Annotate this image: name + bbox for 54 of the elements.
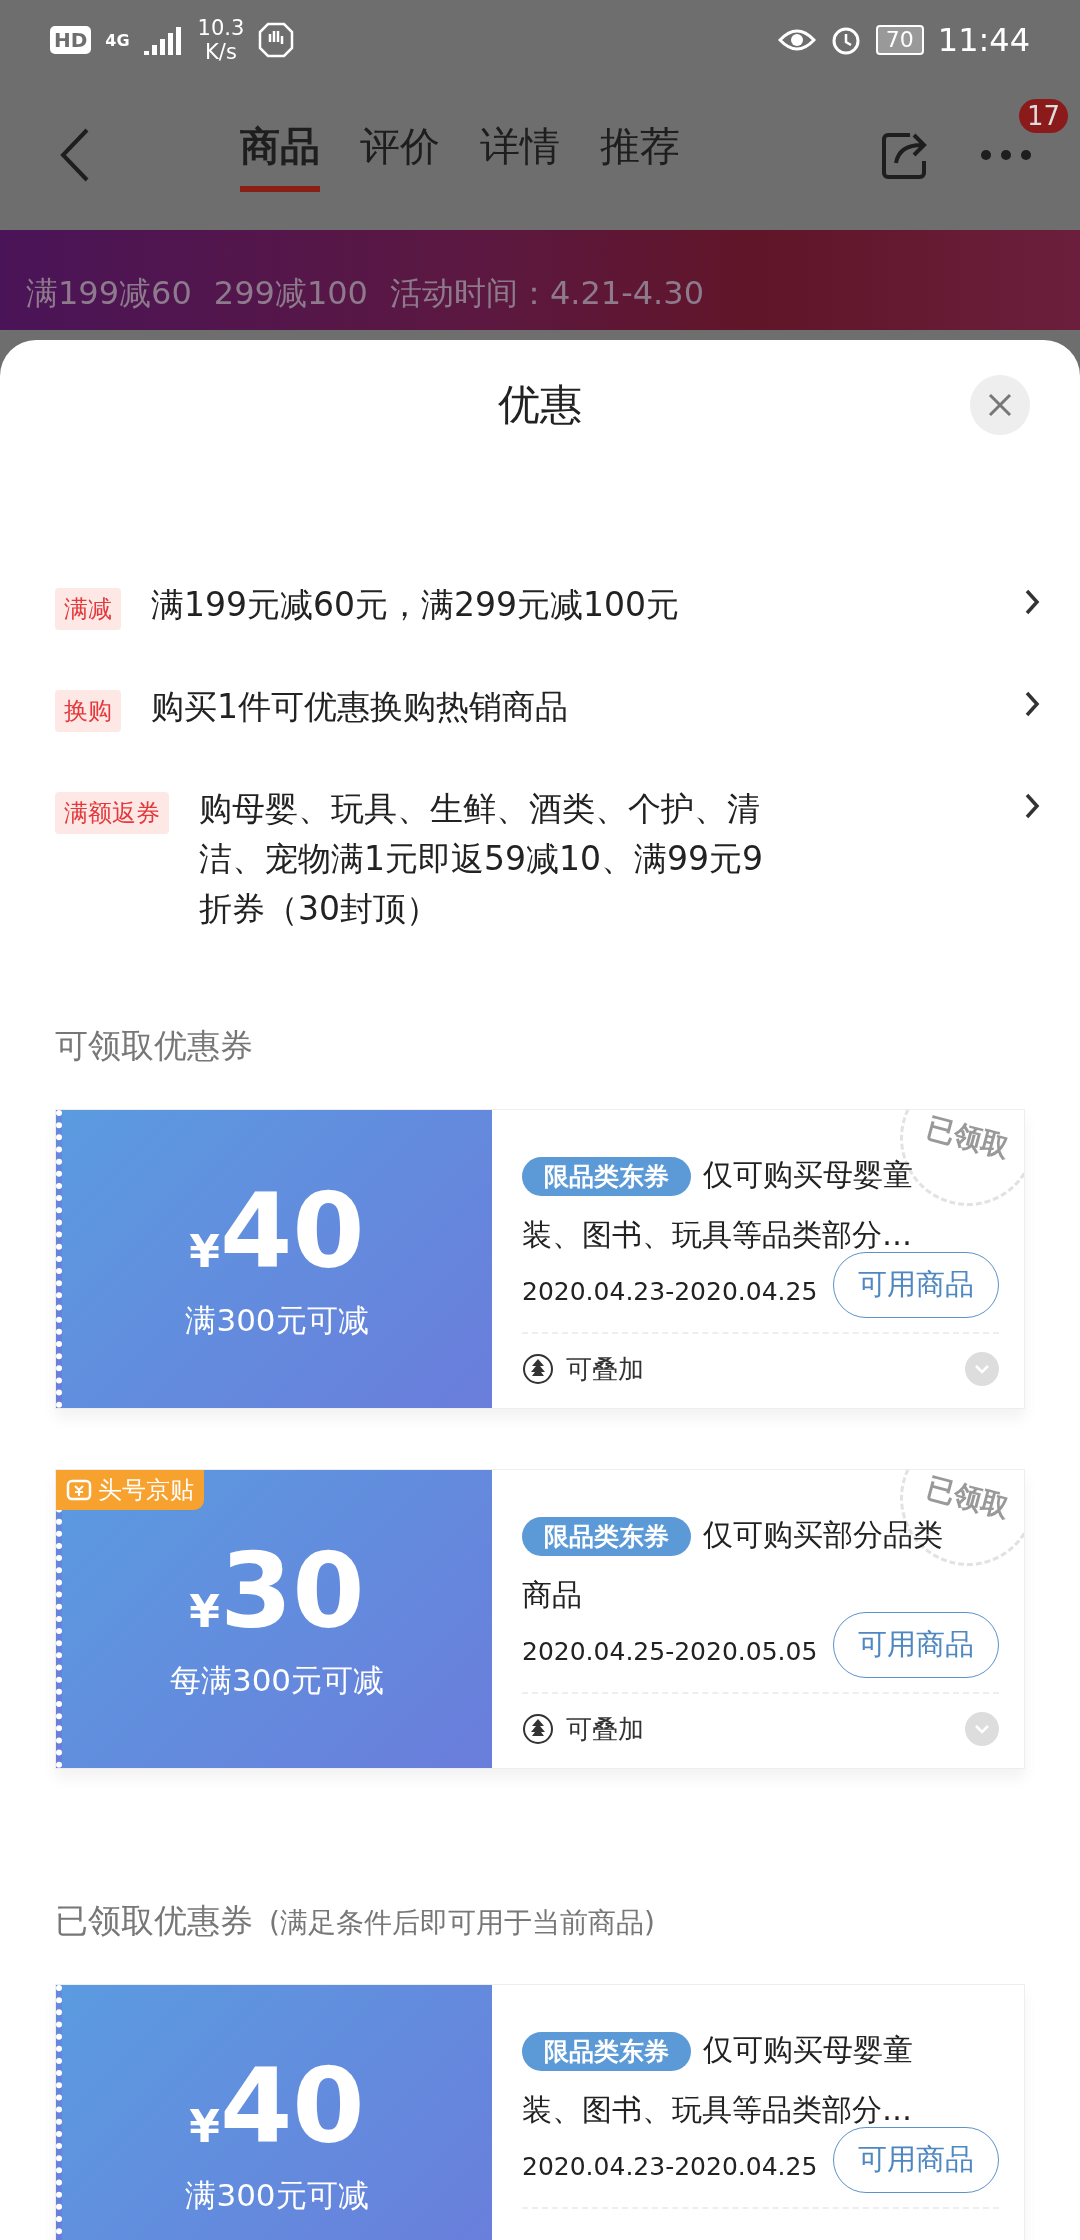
banner-offer: 299减100 [213, 273, 368, 314]
currency-sign: ¥ [189, 2101, 220, 2152]
coupon-corner-text: 头号京贴 [98, 1475, 194, 1506]
hd-indicator: HD [50, 26, 92, 54]
nav-tab[interactable]: 商品 [240, 118, 320, 192]
stackable-label: 可叠加 [566, 1352, 644, 1386]
currency-sign: ¥ [189, 1586, 220, 1637]
promotion-tag: 换购 [55, 690, 121, 732]
currency-sign: ¥ [189, 1226, 220, 1277]
promotion-row[interactable]: 满额返券 购母婴、玩具、生鲜、酒类、个护、清洁、宠物满1元即返59减10、满99元9折券（30封顶） [55, 784, 1080, 934]
section-title: 已领取优惠券 [55, 1900, 253, 1942]
section-title: 可领取优惠券 [55, 1025, 253, 1067]
coupon-amount: 40 [219, 2051, 365, 2161]
nav-tab[interactable]: 推荐 [600, 118, 680, 192]
ticket-icon [66, 1479, 92, 1501]
sheet-title: 优惠 [498, 379, 582, 431]
coupon-validity: 2020.04.23-2020.04.25 [522, 1276, 818, 1306]
network-speed: 10.3 K/s [197, 16, 245, 64]
network-type: 4G [105, 30, 130, 50]
coupon-amount: 40 [219, 1176, 365, 1286]
tree-icon [522, 1713, 554, 1745]
clock-time: 11:44 [937, 21, 1030, 59]
nav-tab[interactable]: 评价 [360, 118, 440, 192]
coupon-condition: 满300元可减 [185, 2176, 369, 2215]
stackable-label: 可叠加 [566, 1712, 644, 1746]
coupon-description: 限品类东券 仅可购买部分品类商品 [522, 1516, 944, 1614]
promotion-row[interactable]: 换购 购买1件可优惠换购热销商品 [55, 682, 1080, 784]
promotion-tag: 满额返券 [55, 792, 169, 834]
banner-offer: 满199减60 [26, 273, 192, 314]
coupon-description: 限品类东券 仅可购买母婴童装、图书、玩具等品类部分… [522, 1156, 914, 1254]
nav-tab[interactable]: 详情 [480, 118, 560, 192]
coupon-description: 限品类东券 仅可购买母婴童装、图书、玩具等品类部分… [522, 2031, 914, 2129]
hand-icon [258, 22, 295, 58]
section-note: (满足条件后即可用于当前商品) [269, 1905, 655, 1941]
coupon-amount: 30 [219, 1536, 365, 1646]
available-products-button[interactable]: 可用商品 [833, 2127, 999, 2193]
promotion-row[interactable]: 满减 满199元减60元，满299元减100元 [55, 580, 1080, 682]
promotion-text: 购母婴、玩具、生鲜、酒类、个护、清洁、宠物满1元即返59减10、满99元9折券（30封顶） [199, 788, 764, 930]
message-count-badge: 17 [1018, 99, 1068, 133]
available-products-button[interactable]: 可用商品 [833, 1252, 999, 1318]
available-products-button[interactable]: 可用商品 [833, 1612, 999, 1678]
close-icon [987, 392, 1013, 418]
promotion-text: 购买1件可优惠换购热销商品 [151, 686, 569, 728]
coupon-condition: 每满300元可减 [169, 1661, 385, 1700]
coupon-condition: 满300元可减 [185, 1301, 369, 1340]
battery-icon: 70 [875, 25, 924, 55]
promotion-tag: 满减 [55, 588, 121, 630]
tree-icon [522, 1353, 554, 1385]
coupon-validity: 2020.04.25-2020.05.05 [522, 1636, 818, 1666]
banner-offer: 活动时间：4.21-4.30 [389, 273, 704, 314]
coupon-validity: 2020.04.23-2020.04.25 [522, 2151, 818, 2181]
back-icon[interactable] [60, 128, 90, 182]
promotion-text: 满199元减60元，满299元减100元 [151, 584, 680, 626]
signal-icon [143, 25, 184, 55]
